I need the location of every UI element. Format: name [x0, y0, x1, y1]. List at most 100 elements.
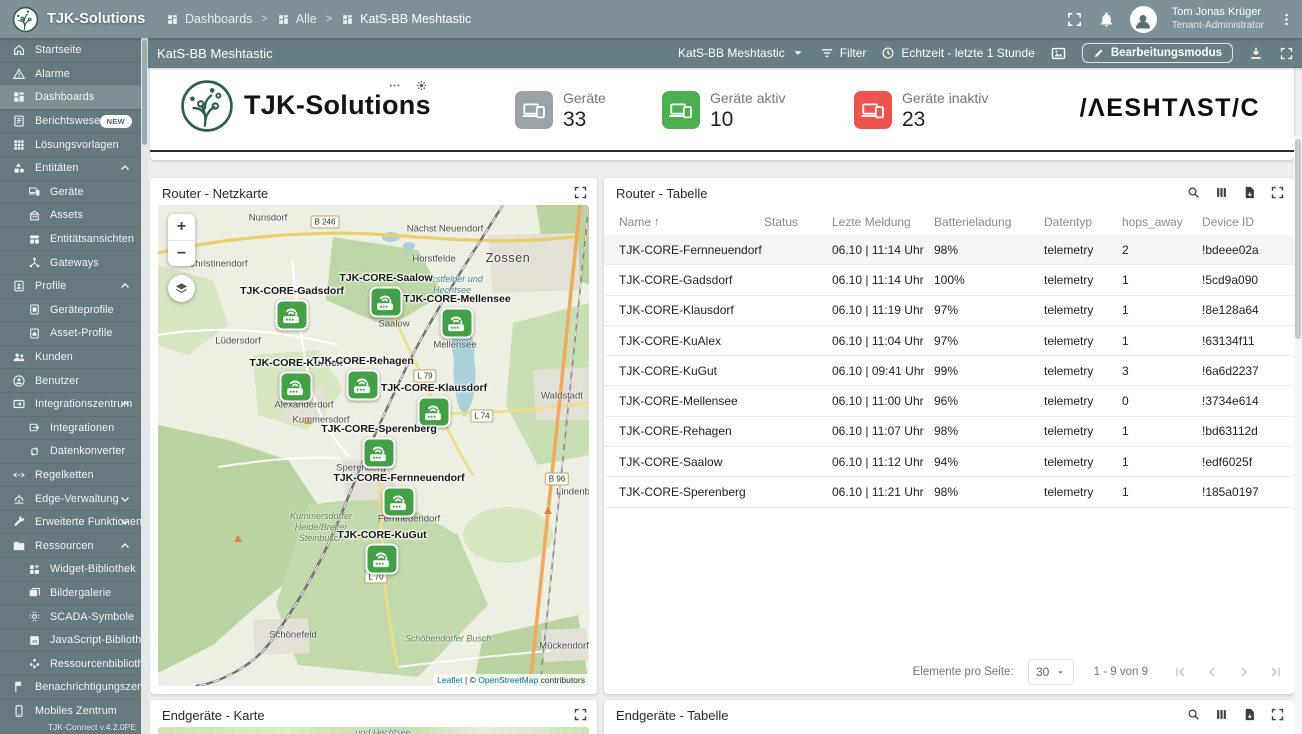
export-dashboard-button[interactable] — [1248, 45, 1264, 61]
sidebar-item-scada-symbole[interactable]: SCADA-Symbole — [0, 604, 141, 628]
sidebar-item-entitätsansichten[interactable]: Entitätsansichten — [0, 227, 141, 251]
widget-settings-icon[interactable] — [415, 79, 428, 92]
table-row[interactable]: TJK-CORE-Gadsdorf06.10 | 11:14 Uhr100%te… — [604, 265, 1294, 295]
table-row[interactable]: TJK-CORE-KuAlex06.10 | 11:04 Uhr97%telem… — [604, 326, 1294, 356]
user-menu-kebab-icon[interactable] — [1279, 12, 1294, 27]
columns-icon[interactable] — [1214, 185, 1229, 200]
column-header-device-id[interactable]: Device ID — [1202, 215, 1294, 229]
leaflet-map[interactable]: NunsdorfNächst NeuendorfZossenHorstfelde… — [158, 205, 589, 686]
breadcrumb-item[interactable]: KatS-BB Meshtastic — [341, 12, 471, 26]
sidebar-item-dashboards[interactable]: Dashboards — [0, 85, 141, 109]
zoom-in-button[interactable]: + — [168, 214, 195, 240]
fullscreen-icon[interactable] — [1270, 185, 1285, 200]
app-logo[interactable]: TJK-Solutions — [0, 6, 153, 33]
sidebar-item-profile[interactable]: Profile — [0, 274, 141, 298]
column-header-name[interactable]: Name↑ — [619, 215, 764, 229]
sidebar-item-ressourcenbibliothek[interactable]: Ressourcenbibliothek — [0, 651, 141, 675]
timewindow-button[interactable]: Echtzeit - letzte 1 Stunde — [881, 46, 1034, 60]
sidebar-item-kunden[interactable]: Kunden — [0, 345, 141, 369]
map-marker-router[interactable] — [280, 372, 313, 403]
table-row[interactable]: TJK-CORE-Fernneuendorf06.10 | 11:14 Uhr9… — [604, 235, 1294, 265]
sidebar-item-entitäten[interactable]: Entitäten — [0, 156, 141, 180]
edge-icon — [12, 492, 26, 506]
sidebar-item-benutzer[interactable]: Benutzer — [0, 368, 141, 392]
column-header-status[interactable]: Status — [764, 215, 832, 229]
breadcrumb-item[interactable]: Dashboards — [166, 12, 252, 26]
edit-mode-button[interactable]: Bearbeitungsmodus — [1082, 43, 1233, 63]
user-info[interactable]: Tom Jonas Krüger Tenant-Administrator — [1172, 6, 1264, 31]
map-layers-button[interactable] — [168, 275, 195, 302]
sidebar-item-assets[interactable]: Assets — [0, 203, 141, 227]
column-header-datentyp[interactable]: Datentyp — [1044, 215, 1122, 229]
osm-link[interactable]: OpenStreetMap — [478, 675, 538, 685]
sidebar-item-berichtswesen[interactable]: BerichtswesenNEW — [0, 109, 141, 133]
screenshot-button[interactable] — [1050, 45, 1067, 62]
map-marker-router[interactable] — [370, 287, 403, 318]
table-row[interactable]: TJK-CORE-Sperenberg06.10 | 11:21 Uhr98%t… — [604, 477, 1294, 507]
sidebar-item-mobiles-zentrum[interactable]: Mobiles Zentrum — [0, 699, 141, 723]
map-marker-router[interactable] — [347, 370, 380, 401]
breadcrumb-item[interactable]: Alle — [277, 12, 317, 26]
fullscreen-toggle-icon[interactable] — [1066, 11, 1083, 28]
leaflet-map[interactable]: und Hechtsee — [158, 727, 589, 734]
table-row[interactable]: TJK-CORE-Mellensee06.10 | 11:00 Uhr96%te… — [604, 386, 1294, 416]
sidebar-item-erweiterte-funktionen[interactable]: Erweiterte Funktionen — [0, 510, 141, 534]
dashboard-state-selector[interactable]: KatS-BB Meshtastic — [678, 46, 805, 60]
map-marker-router[interactable] — [276, 300, 309, 331]
sidebar-item-regelketten[interactable]: Regelketten — [0, 463, 141, 487]
search-icon[interactable] — [1186, 707, 1201, 722]
first-page-button[interactable] — [1172, 664, 1188, 680]
sidebar-item-lösungsvorlagen[interactable]: Lösungsvorlagen — [0, 132, 141, 156]
filter-button[interactable]: Filter — [820, 46, 867, 60]
sidebar-item-ressourcen[interactable]: Ressourcen — [0, 533, 141, 557]
last-page-button[interactable] — [1268, 664, 1284, 680]
avatar[interactable] — [1130, 6, 1157, 33]
widget-fullscreen-icon[interactable] — [573, 185, 588, 200]
columns-icon[interactable] — [1214, 707, 1229, 722]
zoom-out-button[interactable]: − — [168, 240, 195, 266]
sidebar-item-integrationszentrum[interactable]: Integrationszentrum — [0, 392, 141, 416]
sidebar-item-startseite[interactable]: Startseite — [0, 38, 141, 62]
cell-hops-away: 1 — [1122, 273, 1202, 287]
table-row[interactable]: TJK-CORE-Rehagen06.10 | 11:07 Uhr98%tele… — [604, 417, 1294, 447]
map-marker-router[interactable] — [366, 544, 399, 575]
solutions-icon — [12, 138, 26, 152]
sidebar-item-javascript-bibliothek[interactable]: JSJavaScript-Bibliothek — [0, 628, 141, 652]
column-header-hops_away[interactable]: hops_away — [1122, 215, 1202, 229]
sidebar-item-edge-verwaltung[interactable]: Edge-Verwaltung — [0, 486, 141, 510]
search-icon[interactable] — [1186, 185, 1201, 200]
dashboard-fullscreen-button[interactable] — [1279, 46, 1294, 61]
map-marker-router[interactable] — [383, 487, 416, 518]
table-row[interactable]: TJK-CORE-Klausdorf06.10 | 11:19 Uhr97%te… — [604, 296, 1294, 326]
sidebar-item-datenkonverter[interactable]: Datenkonverter — [0, 439, 141, 463]
cell-last-message: 06.10 | 11:14 Uhr — [832, 273, 934, 287]
sidebar-scrollbar[interactable] — [141, 38, 148, 734]
leaflet-link[interactable]: Leaflet — [437, 675, 463, 685]
column-header-lezte-meldung[interactable]: Lezte Meldung — [832, 215, 934, 229]
sidebar-item-integrationen[interactable]: Integrationen — [0, 416, 141, 440]
sidebar-item-asset-profile[interactable]: Asset-Profile — [0, 321, 141, 345]
widget-fullscreen-icon[interactable] — [573, 707, 588, 722]
map-marker-router[interactable] — [363, 438, 396, 469]
main-scrollbar[interactable] — [1294, 136, 1302, 734]
fullscreen-icon[interactable] — [1270, 707, 1285, 722]
column-header-batterieladung[interactable]: Batterieladung — [934, 215, 1044, 229]
widget-more-icon[interactable] — [388, 79, 401, 92]
table-row[interactable]: TJK-CORE-KuGut06.10 | 09:41 Uhr99%teleme… — [604, 356, 1294, 386]
export-icon[interactable] — [1242, 707, 1257, 722]
sidebar-item-widget-bibliothek[interactable]: Widget-Bibliothek — [0, 557, 141, 581]
next-page-button[interactable] — [1236, 664, 1252, 680]
sidebar-item-bildergalerie[interactable]: Bildergalerie — [0, 581, 141, 605]
previous-page-button[interactable] — [1204, 664, 1220, 680]
map-marker-router[interactable] — [441, 308, 474, 339]
sidebar-item-geräte[interactable]: Geräte — [0, 180, 141, 204]
sidebar-item-benachrichtigungszentrale[interactable]: Benachrichtigungszentrale — [0, 675, 141, 699]
notifications-bell-icon[interactable] — [1098, 11, 1115, 28]
export-icon[interactable] — [1242, 185, 1257, 200]
page-size-select[interactable]: 30 — [1028, 659, 1074, 685]
sidebar-item-alarme[interactable]: Alarme — [0, 62, 141, 86]
table-row[interactable]: TJK-CORE-Saalow06.10 | 11:12 Uhr94%telem… — [604, 447, 1294, 477]
sidebar-item-geräteprofile[interactable]: Geräteprofile — [0, 298, 141, 322]
road-badge: L 74 — [470, 410, 493, 423]
sidebar-item-gateways[interactable]: Gateways — [0, 250, 141, 274]
